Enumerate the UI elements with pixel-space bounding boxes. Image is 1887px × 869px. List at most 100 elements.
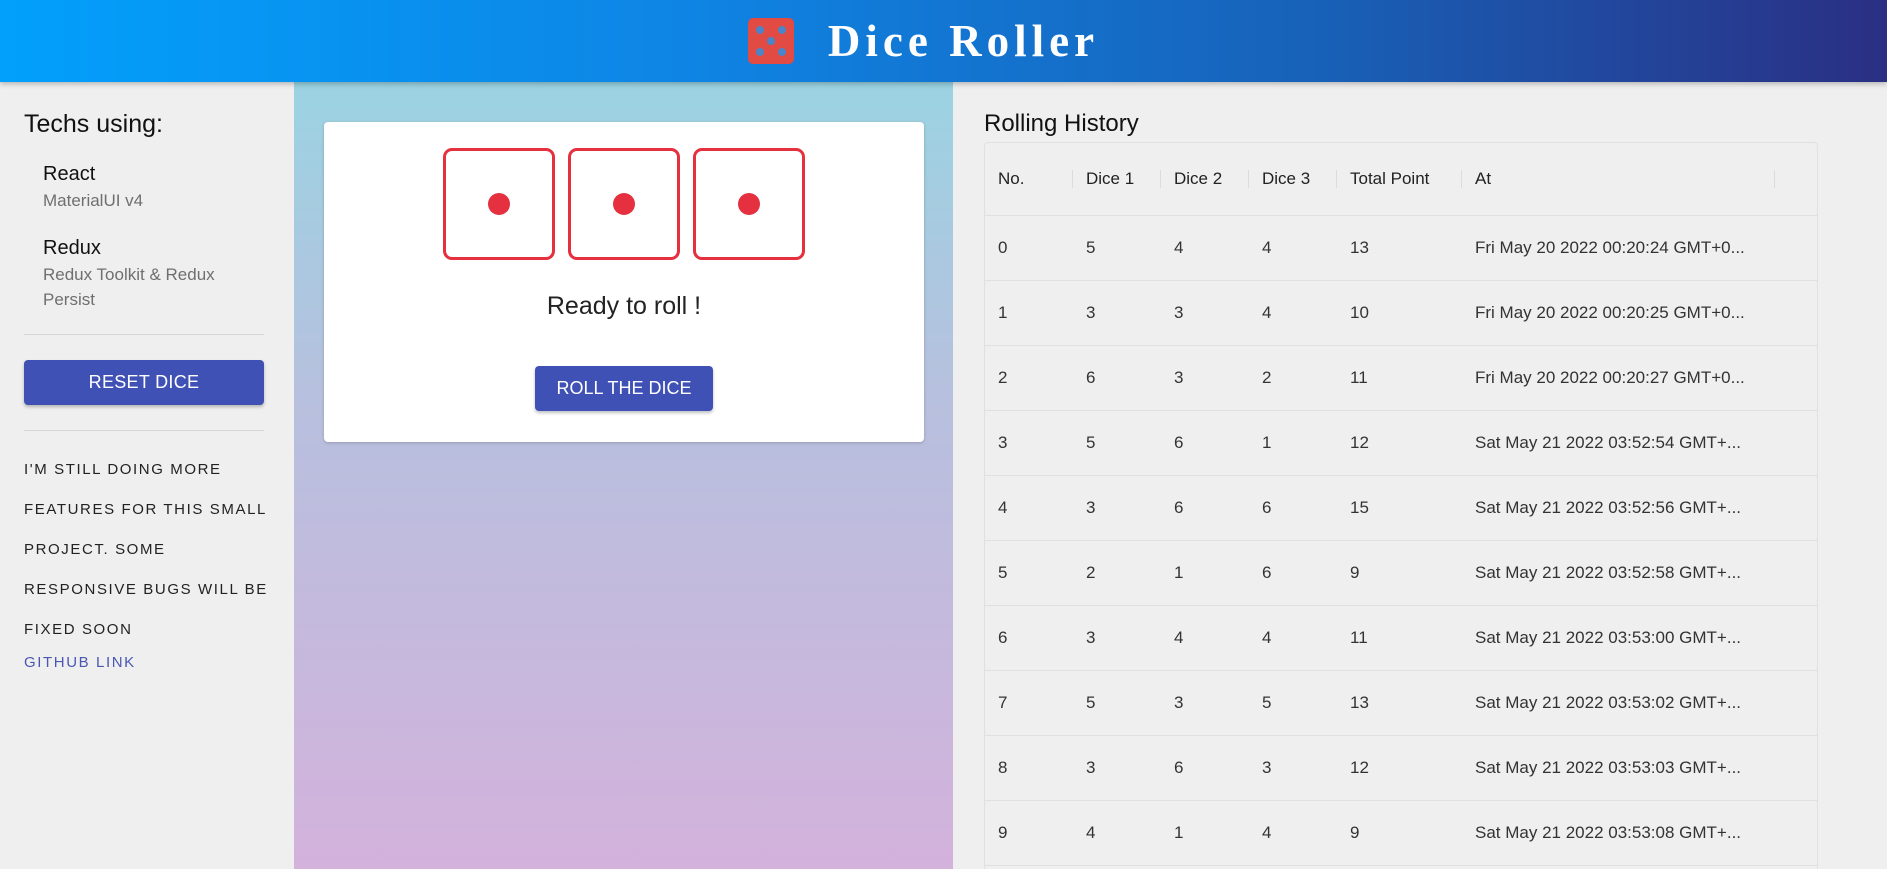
cell-dice-3: 4: [1262, 823, 1272, 842]
table-row[interactable]: 9 4 1 4 9 Sat May 21 2022 03:53:08 GMT+...: [985, 801, 1817, 866]
table-row[interactable]: 5 2 1 6 9 Sat May 21 2022 03:52:58 GMT+...: [985, 541, 1817, 606]
cell-dice-3: 4: [1262, 303, 1272, 322]
cell-total-point: 11: [1350, 368, 1368, 387]
divider: [24, 334, 264, 335]
game-panel: Ready to roll ! ROLL THE DICE: [294, 82, 953, 869]
sidebar: Techs using: React MaterialUI v4 Redux R…: [0, 82, 294, 869]
rolling-history: Rolling History No. Dice 1 Dice 2 Dice 3…: [953, 82, 1887, 869]
tech-description: MaterialUI v4: [43, 191, 144, 210]
cell-dice-1: 6: [1086, 368, 1096, 387]
cell-dice-3: 4: [1262, 238, 1272, 257]
cell-total-point: 9: [1350, 823, 1360, 842]
table-body: 0 5 4 4 13 Fri May 20 2022 00:20:24 GMT+0... 1…: [985, 216, 1817, 866]
die-pip: [488, 193, 510, 215]
cell-dice-1: 2: [1086, 563, 1096, 582]
table-row[interactable]: 0 5 4 4 13 Fri May 20 2022 00:20:24 GMT+0...: [985, 216, 1817, 281]
cell-total-point: 12: [1350, 758, 1369, 777]
cell-at: Sat May 21 2022 03:53:08 GMT+...: [1475, 823, 1742, 842]
history-title: Rolling History: [984, 110, 1139, 137]
tech-item-react: React MaterialUI v4: [43, 161, 270, 213]
tech-list: React MaterialUI v4 Redux Redux Toolkit …: [24, 161, 270, 312]
die-pip: [738, 193, 760, 215]
progress-note: I'M STILL DOING MORE FEATURES FOR THIS S…: [24, 461, 268, 638]
cell-dice-2: 4: [1174, 628, 1184, 647]
cell-dice-3: 3: [1262, 758, 1272, 777]
die-1: [443, 148, 555, 260]
cell-at: Fri May 20 2022 00:20:24 GMT+0...: [1475, 238, 1745, 257]
techs-heading: Techs using:: [24, 110, 163, 138]
cell-dice-2: 3: [1174, 303, 1184, 322]
column-header-dice-2[interactable]: Dice 2: [1161, 169, 1249, 189]
cell-at: Sat May 21 2022 03:53:03 GMT+...: [1475, 758, 1742, 777]
dice-card: Ready to roll ! ROLL THE DICE: [324, 122, 924, 442]
cell-dice-2: 3: [1174, 368, 1184, 387]
cell-no: 2: [998, 368, 1008, 387]
roll-status: Ready to roll !: [546, 292, 702, 320]
cell-dice-2: 3: [1174, 693, 1184, 712]
cell-total-point: 9: [1350, 563, 1360, 582]
column-header-total-point[interactable]: Total Point: [1337, 169, 1462, 189]
die-3: [693, 148, 805, 260]
table-row[interactable]: 6 3 4 4 11 Sat May 21 2022 03:53:00 GMT+...: [985, 606, 1817, 671]
cell-dice-1: 5: [1086, 238, 1096, 257]
cell-dice-2: 4: [1174, 238, 1184, 257]
reset-dice-button[interactable]: RESET DICE: [24, 360, 264, 405]
tech-description: Redux Toolkit & Redux Persist: [43, 265, 215, 309]
cell-dice-3: 6: [1262, 498, 1272, 517]
cell-at: Sat May 21 2022 03:53:00 GMT+...: [1475, 628, 1742, 647]
roll-dice-button[interactable]: ROLL THE DICE: [535, 366, 713, 411]
history-table: No. Dice 1 Dice 2 Dice 3 Total Point At …: [984, 142, 1818, 869]
cell-dice-2: 1: [1174, 563, 1184, 582]
cell-dice-3: 6: [1262, 563, 1272, 582]
column-header-dice-1[interactable]: Dice 1: [1073, 169, 1161, 189]
cell-dice-1: 4: [1086, 823, 1096, 842]
cell-dice-1: 5: [1086, 433, 1096, 452]
cell-dice-3: 4: [1262, 628, 1272, 647]
tech-name: React: [43, 163, 96, 185]
cell-total-point: 12: [1350, 433, 1369, 452]
github-link[interactable]: GITHUB LINK: [24, 654, 270, 671]
table-row[interactable]: 8 3 6 3 12 Sat May 21 2022 03:53:03 GMT+...: [985, 736, 1817, 801]
cell-no: 4: [998, 498, 1008, 517]
table-row[interactable]: 1 3 3 4 10 Fri May 20 2022 00:20:25 GMT+0...: [985, 281, 1817, 346]
table-row[interactable]: 3 5 6 1 12 Sat May 21 2022 03:52:54 GMT+...: [985, 411, 1817, 476]
table-header: No. Dice 1 Dice 2 Dice 3 Total Point At: [985, 143, 1817, 216]
cell-at: Sat May 21 2022 03:52:54 GMT+...: [1475, 433, 1742, 452]
cell-at: Sat May 21 2022 03:52:58 GMT+...: [1475, 563, 1742, 582]
cell-dice-3: 5: [1262, 693, 1272, 712]
cell-dice-3: 1: [1262, 433, 1272, 452]
cell-dice-3: 2: [1262, 368, 1272, 387]
cell-no: 9: [998, 823, 1008, 842]
cell-total-point: 11: [1350, 628, 1368, 647]
app-title: Dice Roller: [827, 16, 1100, 66]
table-row[interactable]: 7 5 3 5 13 Sat May 21 2022 03:53:02 GMT+...: [985, 671, 1817, 736]
cell-total-point: 10: [1350, 303, 1369, 322]
cell-dice-2: 1: [1174, 823, 1184, 842]
die-pip: [613, 193, 635, 215]
column-header-at[interactable]: At: [1462, 169, 1775, 189]
column-header-dice-3[interactable]: Dice 3: [1249, 169, 1337, 189]
table-row[interactable]: 4 3 6 6 15 Sat May 21 2022 03:52:56 GMT+...: [985, 476, 1817, 541]
cell-no: 3: [998, 433, 1008, 452]
cell-no: 6: [998, 628, 1008, 647]
cell-total-point: 13: [1350, 693, 1369, 712]
cell-dice-2: 6: [1174, 758, 1184, 777]
cell-at: Sat May 21 2022 03:52:56 GMT+...: [1475, 498, 1742, 517]
divider: [24, 430, 264, 431]
cell-no: 7: [998, 693, 1008, 712]
cell-at: Fri May 20 2022 00:20:25 GMT+0...: [1475, 303, 1745, 322]
cell-total-point: 13: [1350, 238, 1369, 257]
cell-at: Fri May 20 2022 00:20:27 GMT+0...: [1475, 368, 1745, 387]
dice-five-icon: [747, 18, 794, 64]
cell-no: 1: [998, 303, 1008, 322]
cell-dice-1: 3: [1086, 303, 1096, 322]
column-header-no[interactable]: No.: [985, 169, 1073, 189]
cell-dice-1: 3: [1086, 758, 1096, 777]
cell-no: 5: [998, 563, 1008, 582]
table-row[interactable]: 2 6 3 2 11 Fri May 20 2022 00:20:27 GMT+0...: [985, 346, 1817, 411]
die-2: [568, 148, 680, 260]
cell-total-point: 15: [1350, 498, 1369, 517]
cell-at: Sat May 21 2022 03:53:02 GMT+...: [1475, 693, 1742, 712]
cell-dice-1: 5: [1086, 693, 1096, 712]
cell-dice-2: 6: [1174, 433, 1184, 452]
